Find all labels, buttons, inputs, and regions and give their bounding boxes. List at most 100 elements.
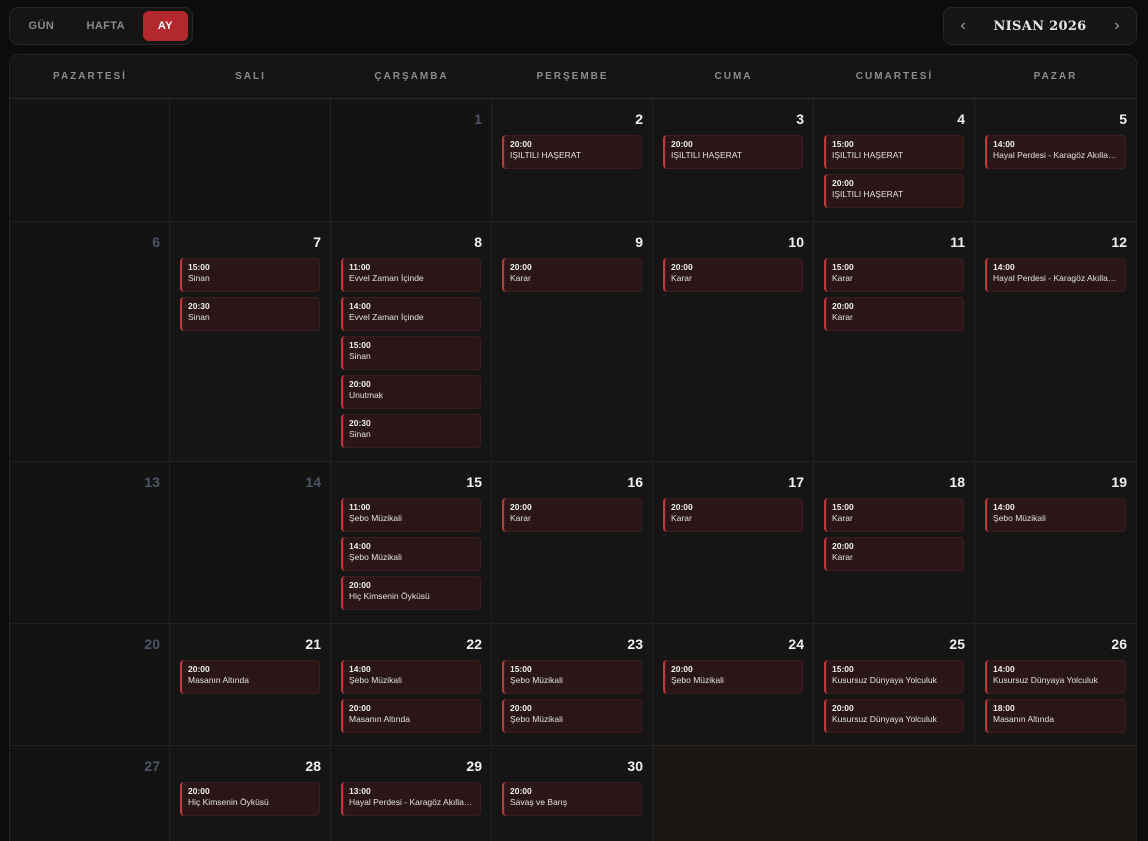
calendar-day-cell[interactable]: 21 20:00 Masanın Altında [170, 624, 331, 745]
calendar-day-cell[interactable]: 23 15:00 Şebo Müzikali 20:00 Şebo Müzikali [492, 624, 653, 745]
calendar-day-cell[interactable]: 27 [10, 746, 170, 841]
calendar-event[interactable]: 11:00 Şebo Müzikali [341, 498, 481, 532]
calendar-day-cell[interactable] [653, 746, 814, 841]
calendar-day-cell[interactable]: 6 [10, 222, 170, 461]
calendar-day-cell[interactable]: 26 14:00 Kusursuz Dünyaya Yolculuk 18:00 Mas… [975, 624, 1136, 745]
event-time: 20:00 [832, 301, 854, 311]
event-title: Hayal Perdesi - Karagöz Akıllanıy... [993, 150, 1120, 160]
calendar-day-cell[interactable]: 15 11:00 Şebo Müzikali 14:00 Şebo Müzikali 20… [331, 462, 492, 623]
calendar-day-cell[interactable]: 5 14:00 Hayal Perdesi - Karagöz Akıllanıy.… [975, 99, 1136, 221]
calendar-event[interactable]: 20:00 IŞILTILI HAŞERAT [502, 135, 642, 169]
calendar-day-cell[interactable]: 16 20:00 Karar [492, 462, 653, 623]
calendar-event[interactable]: 20:00 Karar [663, 498, 803, 532]
calendar-day-cell[interactable]: 2 20:00 IŞILTILI HAŞERAT [492, 99, 653, 221]
calendar-event[interactable]: 20:00 Hiç Kimsenin Öyküsü [341, 576, 481, 610]
calendar-event[interactable]: 15:00 IŞILTILI HAŞERAT [824, 135, 964, 169]
calendar-day-cell[interactable]: 12 14:00 Hayal Perdesi - Karagöz Akıllanıy… [975, 222, 1136, 461]
chevron-right-icon[interactable]: › [1110, 17, 1124, 35]
calendar-event[interactable]: 20:00 Karar [502, 498, 642, 532]
calendar-event[interactable]: 20:00 Karar [502, 258, 642, 292]
calendar-event[interactable]: 14:00 Hayal Perdesi - Karagöz Akıllanıy..… [985, 135, 1126, 169]
calendar-event[interactable]: 20:00 Karar [663, 258, 803, 292]
calendar-event[interactable]: 20:00 Masanın Altında [180, 660, 320, 694]
calendar-event[interactable]: 14:00 Şebo Müzikali [985, 498, 1126, 532]
calendar-day-cell[interactable]: 11 15:00 Karar 20:00 Karar [814, 222, 975, 461]
calendar-event[interactable]: 15:00 Şebo Müzikali [502, 660, 642, 694]
chevron-left-icon[interactable]: ‹ [956, 17, 970, 35]
event-title: Sinan [349, 351, 371, 361]
calendar-event[interactable]: 20:00 Masanın Altında [341, 699, 481, 733]
calendar-day-cell[interactable]: 22 14:00 Şebo Müzikali 20:00 Masanın Altında [331, 624, 492, 745]
calendar-day-cell[interactable]: 9 20:00 Karar [492, 222, 653, 461]
calendar-day-cell[interactable]: 19 14:00 Şebo Müzikali [975, 462, 1136, 623]
calendar-event[interactable]: 11:00 Evvel Zaman İçinde [341, 258, 481, 292]
event-time: 20:00 [349, 379, 371, 389]
event-time: 15:00 [832, 139, 854, 149]
calendar-event[interactable]: 15:00 Sinan [341, 336, 481, 370]
calendar-day-cell[interactable]: 25 15:00 Kusursuz Dünyaya Yolculuk 20:00 Kus… [814, 624, 975, 745]
calendar-event[interactable]: 15:00 Karar [824, 498, 964, 532]
calendar-day-cell[interactable]: 28 20:00 Hiç Kimsenin Öyküsü [170, 746, 331, 841]
weekday-header: PAZARTESİ SALI ÇARŞAMBA PERŞEMBE CUMA CU… [10, 55, 1136, 99]
event-title: Karar [510, 273, 531, 283]
calendar-event[interactable]: 20:00 Savaş ve Barış [502, 782, 642, 816]
weekday-label: ÇARŞAMBA [374, 71, 449, 82]
day-number: 5 [1119, 111, 1127, 127]
calendar-event[interactable]: 15:00 Sinan [180, 258, 320, 292]
calendar-event[interactable]: 20:30 Sinan [180, 297, 320, 331]
calendar-event[interactable]: 20:30 Sinan [341, 414, 481, 448]
calendar-day-cell[interactable]: 17 20:00 Karar [653, 462, 814, 623]
calendar-event[interactable]: 20:00 Şebo Müzikali [502, 699, 642, 733]
calendar-day-cell[interactable]: 4 15:00 IŞILTILI HAŞERAT 20:00 IŞILTILI HAŞE… [814, 99, 975, 221]
calendar-day-cell[interactable]: 29 13:00 Hayal Perdesi - Karagöz Akıllanıy… [331, 746, 492, 841]
event-time: 20:00 [671, 502, 693, 512]
calendar-event[interactable]: 14:00 Şebo Müzikali [341, 660, 481, 694]
event-title: IŞILTILI HAŞERAT [671, 150, 743, 160]
calendar-event[interactable]: 14:00 Evvel Zaman İçinde [341, 297, 481, 331]
view-day-button[interactable]: GÜN [14, 11, 69, 41]
event-title: Hayal Perdesi - Karagöz Akıllanıy... [349, 797, 475, 807]
calendar-event[interactable]: 20:00 Hiç Kimsenin Öyküsü [180, 782, 320, 816]
calendar-event[interactable]: 20:00 Karar [824, 537, 964, 571]
calendar-day-cell[interactable] [975, 746, 1136, 841]
calendar-day-cell[interactable]: 7 15:00 Sinan 20:30 Sinan [170, 222, 331, 461]
calendar-event[interactable]: 20:00 Kusursuz Dünyaya Yolculuk [824, 699, 964, 733]
calendar-day-cell[interactable]: 14 [170, 462, 331, 623]
calendar-day-cell[interactable] [170, 99, 331, 221]
calendar-event[interactable]: 20:00 Karar [824, 297, 964, 331]
calendar-event[interactable]: 20:00 IŞILTILI HAŞERAT [663, 135, 803, 169]
calendar-event[interactable]: 14:00 Şebo Müzikali [341, 537, 481, 571]
calendar-day-cell[interactable]: 20 [10, 624, 170, 745]
event-title: IŞILTILI HAŞERAT [832, 150, 904, 160]
calendar-event[interactable]: 18:00 Masanın Altında [985, 699, 1126, 733]
calendar-day-cell[interactable]: 24 20:00 Şebo Müzikali [653, 624, 814, 745]
calendar-day-cell[interactable]: 3 20:00 IŞILTILI HAŞERAT [653, 99, 814, 221]
calendar-event[interactable]: 14:00 Kusursuz Dünyaya Yolculuk [985, 660, 1126, 694]
calendar-event[interactable]: 14:00 Hayal Perdesi - Karagöz Akıllanıy..… [985, 258, 1126, 292]
calendar-event[interactable]: 20:00 Şebo Müzikali [663, 660, 803, 694]
event-title: Şebo Müzikali [349, 552, 402, 562]
event-title: Şebo Müzikali [510, 714, 563, 724]
calendar-day-cell[interactable] [10, 99, 170, 221]
calendar-day-cell[interactable]: 1 [331, 99, 492, 221]
view-month-button[interactable]: AY [142, 11, 188, 41]
calendar-day-cell[interactable]: 30 20:00 Savaş ve Barış [492, 746, 653, 841]
calendar-event[interactable]: 20:00 IŞILTILI HAŞERAT [824, 174, 964, 208]
calendar-day-cell[interactable]: 18 15:00 Karar 20:00 Karar [814, 462, 975, 623]
calendar-day-cell[interactable]: 13 [10, 462, 170, 623]
view-week-button[interactable]: HAFTA [73, 11, 139, 41]
calendar-event[interactable]: 13:00 Hayal Perdesi - Karagöz Akıllanıy..… [341, 782, 481, 816]
weekday-label: SALI [235, 71, 266, 82]
day-number: 3 [796, 111, 804, 127]
event-time: 14:00 [349, 301, 371, 311]
calendar-day-cell[interactable]: 10 20:00 Karar [653, 222, 814, 461]
weekday-label: PAZAR [1033, 71, 1078, 82]
calendar-day-cell[interactable]: 8 11:00 Evvel Zaman İçinde 14:00 Evvel Zaman… [331, 222, 492, 461]
calendar-event[interactable]: 20:00 Unutmak [341, 375, 481, 409]
calendar-event[interactable]: 15:00 Kusursuz Dünyaya Yolculuk [824, 660, 964, 694]
calendar-week: 1 2 20:00 IŞILTILI HAŞERAT 3 20:00 IŞILTILI HA… [10, 99, 1136, 222]
event-time: 20:00 [510, 502, 532, 512]
calendar-event[interactable]: 15:00 Karar [824, 258, 964, 292]
calendar-day-cell[interactable] [814, 746, 975, 841]
day-number: 14 [305, 474, 321, 490]
